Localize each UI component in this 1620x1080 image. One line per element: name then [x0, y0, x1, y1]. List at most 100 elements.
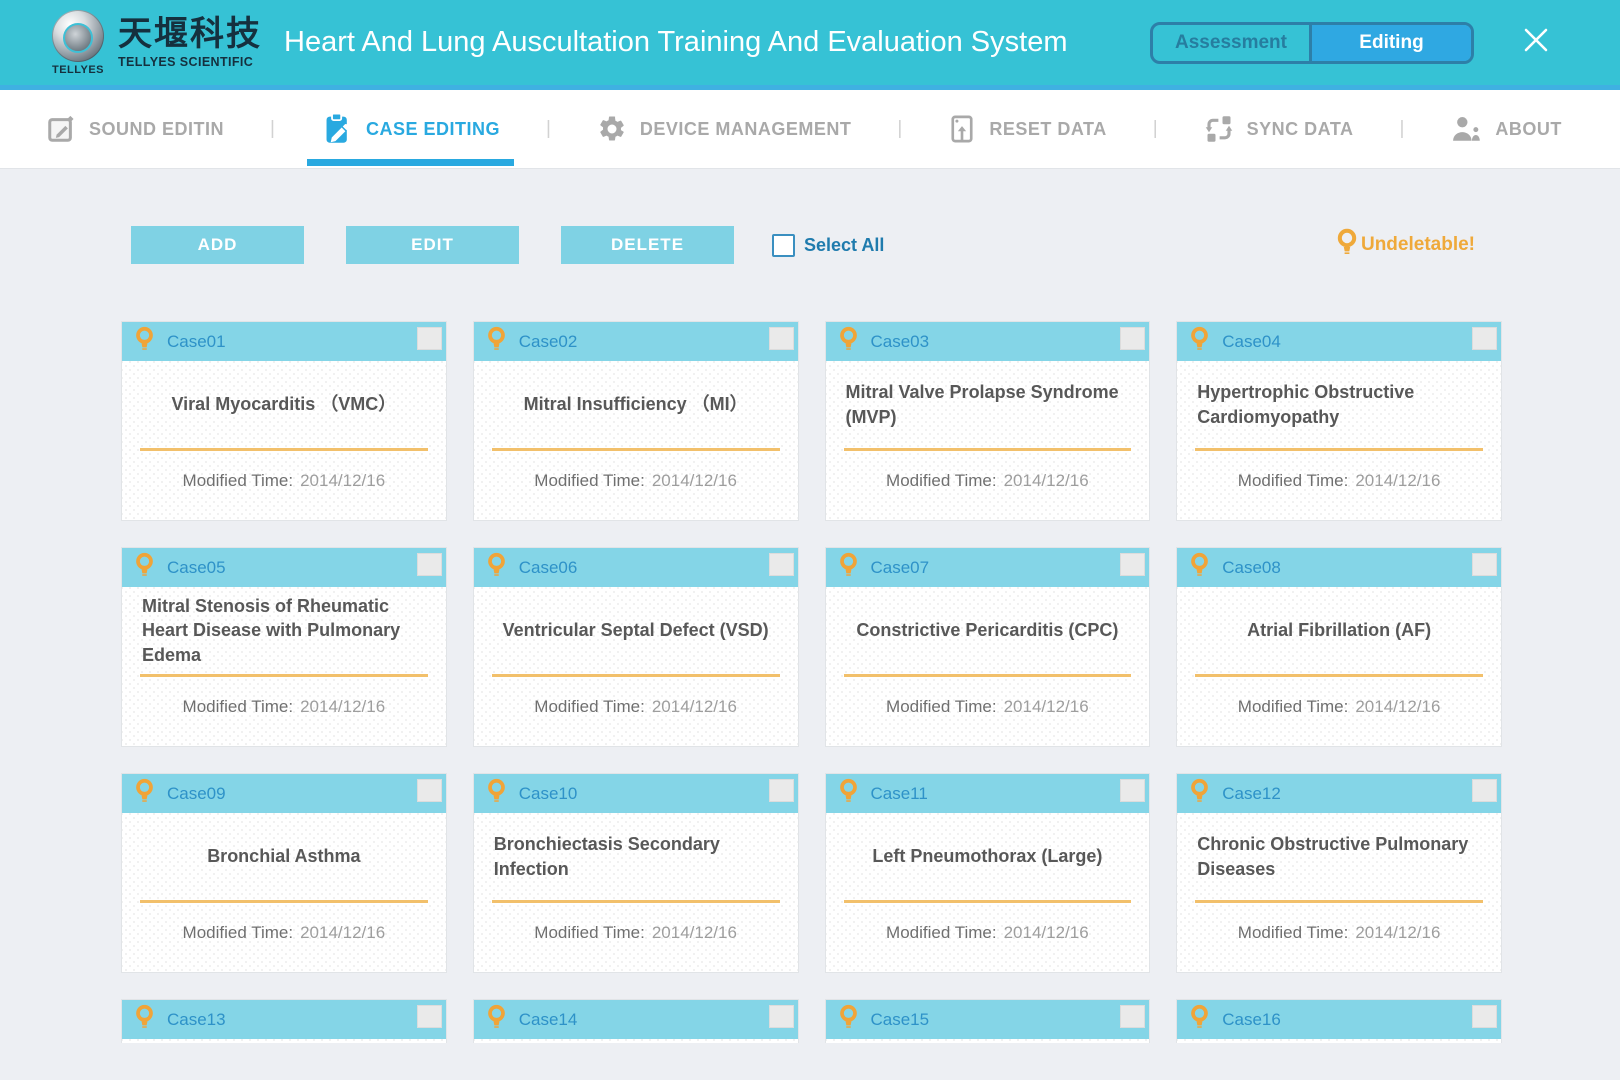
nav-item-device-management[interactable]: DEVICE MANAGEMENT	[597, 114, 852, 144]
nav-label: SOUND EDITIN	[89, 119, 224, 140]
edit-button[interactable]: EDIT	[346, 226, 519, 264]
case-select-checkbox[interactable]	[1120, 553, 1145, 576]
nav-item-about[interactable]: ABOUT	[1450, 114, 1562, 144]
case-card-header: Case06	[474, 548, 798, 587]
case-card[interactable]: Case10 Bronchiectasis Secondary Infectio…	[473, 773, 799, 973]
case-card[interactable]: Case08 Atrial Fibrillation (AF) Modified…	[1176, 547, 1502, 747]
case-select-checkbox[interactable]	[1472, 327, 1497, 350]
modified-time-label: Modified Time:	[183, 471, 294, 490]
case-grid: Case01 Viral Myocarditis （VMC） Modified …	[121, 321, 1502, 1043]
case-select-checkbox[interactable]	[769, 553, 794, 576]
case-select-checkbox[interactable]	[1120, 1005, 1145, 1028]
case-select-checkbox[interactable]	[769, 779, 794, 802]
case-card[interactable]: Case15	[825, 999, 1151, 1043]
editing-mode-button[interactable]: Editing	[1312, 25, 1471, 61]
case-select-checkbox[interactable]	[417, 779, 442, 802]
case-card-header: Case08	[1177, 548, 1501, 587]
modified-time-value: 2014/12/16	[1004, 471, 1089, 490]
case-select-checkbox[interactable]	[417, 327, 442, 350]
select-all-label: Select All	[804, 235, 884, 256]
modified-time-value: 2014/12/16	[1004, 697, 1089, 716]
modified-time-label: Modified Time:	[183, 697, 294, 716]
case-card[interactable]: Case16	[1176, 999, 1502, 1043]
nav-item-sound-editing[interactable]: SOUND EDITIN	[46, 114, 224, 144]
case-select-checkbox[interactable]	[1120, 779, 1145, 802]
close-window-button[interactable]	[1520, 27, 1552, 59]
logo-caption: TELLYES	[52, 64, 104, 76]
modified-time: Modified Time:2014/12/16	[1177, 923, 1501, 943]
lightbulb-icon	[1336, 228, 1358, 262]
case-id-label: Case15	[871, 1010, 930, 1030]
case-card[interactable]: Case07 Constrictive Pericarditis (CPC) M…	[825, 547, 1151, 747]
case-card[interactable]: Case12 Chronic Obstructive Pulmonary Dis…	[1176, 773, 1502, 973]
case-card[interactable]: Case13	[121, 999, 447, 1043]
case-card-header: Case13	[122, 1000, 446, 1039]
case-id-label: Case08	[1222, 558, 1281, 578]
card-divider	[492, 448, 780, 451]
case-select-checkbox[interactable]	[1120, 327, 1145, 350]
case-id-label: Case01	[167, 332, 226, 352]
lightbulb-icon	[135, 552, 154, 583]
lightbulb-icon	[1190, 552, 1209, 583]
nav-item-case-editing[interactable]: CASE EDITING	[321, 112, 500, 146]
nav-divider: |	[897, 118, 902, 140]
lightbulb-icon	[487, 1004, 506, 1035]
case-select-checkbox[interactable]	[1472, 553, 1497, 576]
modified-time-value: 2014/12/16	[1355, 471, 1440, 490]
case-card[interactable]: Case14	[473, 999, 799, 1043]
nav-divider: |	[1153, 118, 1158, 140]
case-select-checkbox[interactable]	[1472, 779, 1497, 802]
lightbulb-icon	[839, 1004, 858, 1035]
case-title	[826, 1039, 1150, 1043]
case-toolbar: ADD EDIT DELETE Select All Undeletable!	[131, 226, 1475, 264]
card-divider	[844, 674, 1132, 677]
card-divider	[140, 900, 428, 903]
case-id-label: Case02	[519, 332, 578, 352]
case-select-checkbox[interactable]	[769, 327, 794, 350]
modified-time-value: 2014/12/16	[1355, 697, 1440, 716]
modified-time-label: Modified Time:	[886, 471, 997, 490]
case-card-header: Case12	[1177, 774, 1501, 813]
case-card[interactable]: Case03 Mitral Valve Prolapse Syndrome (M…	[825, 321, 1151, 521]
lightbulb-icon	[1190, 778, 1209, 809]
modified-time-value: 2014/12/16	[652, 471, 737, 490]
case-card[interactable]: Case04 Hypertrophic Obstructive Cardiomy…	[1176, 321, 1502, 521]
case-card[interactable]: Case02 Mitral Insufficiency （MI） Modifie…	[473, 321, 799, 521]
modified-time-label: Modified Time:	[1238, 697, 1349, 716]
modified-time: Modified Time:2014/12/16	[474, 697, 798, 717]
modified-time: Modified Time:2014/12/16	[826, 697, 1150, 717]
lightbulb-icon	[839, 778, 858, 809]
lightbulb-icon	[135, 326, 154, 357]
modified-time-label: Modified Time:	[534, 471, 645, 490]
select-all-checkbox[interactable]	[772, 234, 795, 257]
add-button[interactable]: ADD	[131, 226, 304, 264]
case-card[interactable]: Case05 Mitral Stenosis of Rheumatic Hear…	[121, 547, 447, 747]
content-area: ADD EDIT DELETE Select All Undeletable!	[0, 168, 1620, 1043]
modified-time-value: 2014/12/16	[652, 697, 737, 716]
case-title: Viral Myocarditis （VMC）	[122, 361, 446, 448]
case-id-label: Case14	[519, 1010, 578, 1030]
case-card-header: Case15	[826, 1000, 1150, 1039]
card-divider	[140, 674, 428, 677]
nav-item-reset-data[interactable]: RESET DATA	[948, 114, 1106, 144]
case-title: Mitral Stenosis of Rheumatic Heart Disea…	[122, 587, 446, 674]
delete-button[interactable]: DELETE	[561, 226, 734, 264]
nav-divider: |	[1399, 118, 1404, 140]
case-card[interactable]: Case06 Ventricular Septal Defect (VSD) M…	[473, 547, 799, 747]
case-select-checkbox[interactable]	[1472, 1005, 1497, 1028]
page-title: Heart And Lung Auscultation Training And…	[284, 26, 1068, 59]
case-card[interactable]: Case09 Bronchial Asthma Modified Time:20…	[121, 773, 447, 973]
case-select-checkbox[interactable]	[769, 1005, 794, 1028]
case-card[interactable]: Case11 Left Pneumothorax (Large) Modifie…	[825, 773, 1151, 973]
case-select-checkbox[interactable]	[417, 553, 442, 576]
case-select-checkbox[interactable]	[417, 1005, 442, 1028]
card-divider	[844, 448, 1132, 451]
case-card[interactable]: Case01 Viral Myocarditis （VMC） Modified …	[121, 321, 447, 521]
brand-block: 天堰科技 TELLYES SCIENTIFIC	[118, 17, 262, 69]
modified-time: Modified Time:2014/12/16	[122, 697, 446, 717]
main-nav: SOUND EDITIN | CASE EDITING | DEVICE MAN…	[0, 90, 1620, 168]
modified-time: Modified Time: 2014/12/16	[474, 471, 798, 491]
card-divider	[492, 674, 780, 677]
assessment-mode-button[interactable]: Assessment	[1153, 25, 1312, 61]
nav-item-sync-data[interactable]: SYNC DATA	[1204, 114, 1354, 144]
